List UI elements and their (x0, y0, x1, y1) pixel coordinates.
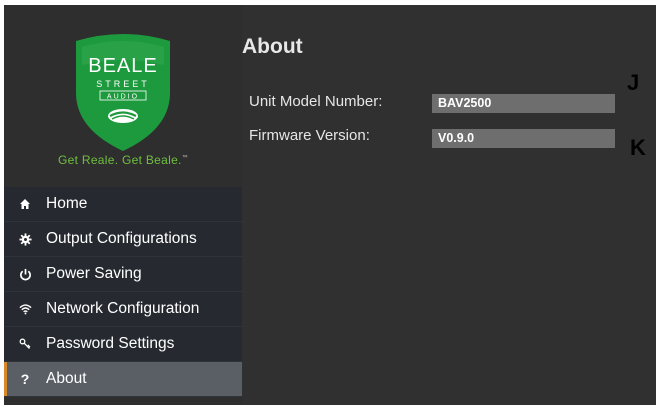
key-icon (18, 337, 32, 351)
question-icon: ? (20, 371, 30, 387)
page-title: About (242, 35, 303, 58)
home-icon (18, 197, 32, 211)
sidebar-item-label: About (46, 370, 87, 387)
sidebar-item-home[interactable]: Home (4, 187, 242, 222)
power-icon (18, 267, 32, 281)
logo-word-audio: AUDIO (107, 94, 139, 101)
firmware-version-label: Firmware Version: (249, 127, 370, 144)
unit-model-number-label: Unit Model Number: (249, 93, 383, 110)
sidebar-nav: Home Output Configurations Power Saving … (4, 187, 242, 397)
sidebar-item-password-settings[interactable]: Password Settings (4, 327, 242, 362)
sidebar: BEALE STREET AUDIO Get Reale. Get Beale.… (4, 5, 242, 405)
unit-model-number-field: BAV2500 (432, 94, 615, 113)
sidebar-item-power-saving[interactable]: Power Saving (4, 257, 242, 292)
sidebar-item-network-configuration[interactable]: Network Configuration (4, 292, 242, 327)
sidebar-item-label: Power Saving (46, 265, 142, 282)
sidebar-item-about[interactable]: ? About (4, 362, 242, 397)
sidebar-item-label: Home (46, 195, 88, 212)
firmware-version-field: V0.9.0 (432, 129, 615, 148)
sidebar-item-label: Output Configurations (46, 230, 197, 247)
brand-tagline: Get Reale. Get Beale.™ (57, 153, 188, 167)
brand-logo: BEALE STREET AUDIO Get Reale. Get Beale.… (4, 5, 242, 187)
beale-street-audio-shield-logo: BEALE STREET AUDIO (76, 34, 170, 151)
wifi-icon (18, 302, 32, 316)
callout-k: K (630, 135, 646, 160)
logo-word-beale: BEALE (88, 55, 157, 77)
main-content: About Unit Model Number: BAV2500 Firmwar… (242, 5, 656, 405)
callout-j: J (627, 70, 640, 95)
logo-word-street: STREET (96, 79, 150, 89)
sidebar-item-output-configurations[interactable]: Output Configurations (4, 222, 242, 257)
sidebar-item-label: Password Settings (46, 335, 175, 352)
sidebar-item-label: Network Configuration (46, 300, 200, 317)
gear-icon (18, 232, 32, 246)
